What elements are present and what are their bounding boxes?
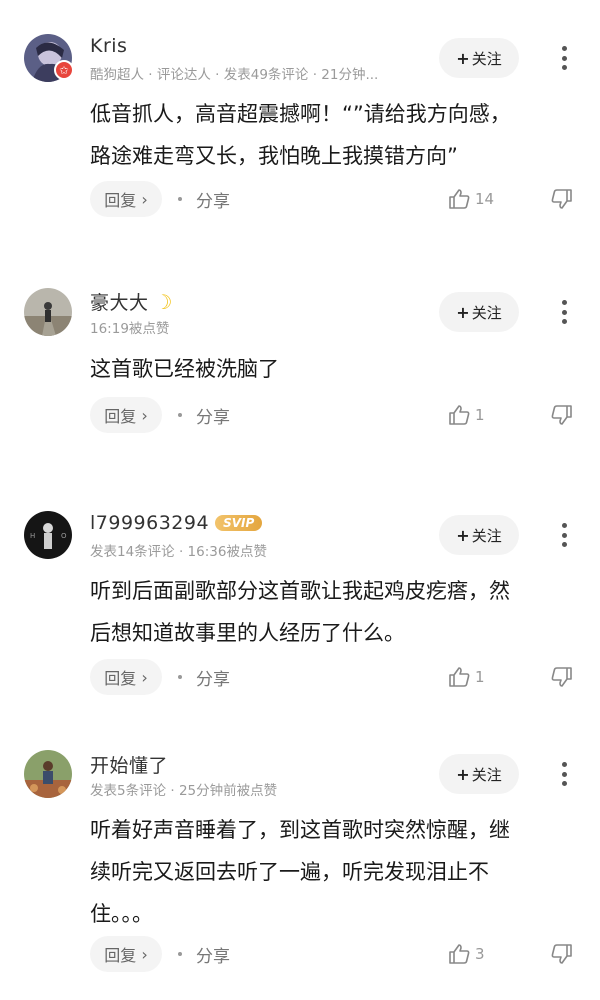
share-button[interactable]: 分享 [196,187,230,212]
follow-button[interactable]: + 关注 [439,515,519,555]
follow-label: 关注 [471,303,502,322]
comment-text-line: 听着好声音睡着了，到这首歌时突然惊醒，继 [90,818,510,842]
username-row: l799963294 SVIP [90,512,263,534]
comment-actions: 回复 › 分享 1 [90,397,582,433]
follow-button[interactable]: + 关注 [439,292,519,332]
dark-figure-avatar-icon[interactable]: H O [24,511,72,559]
comment-text-line: 听到后面副歌部分这首歌让我起鸡皮疙瘩，然 [90,579,510,603]
thumbs-up-icon [449,405,470,425]
more-options-icon[interactable] [556,43,572,73]
svip-badge: SVIP [215,515,263,531]
comment-meta: 16:19被点赞 [90,321,170,337]
username[interactable]: l799963294 [90,512,209,534]
thumbs-down-icon [551,405,572,425]
thumbs-down-icon [551,944,572,964]
comment-text: 低音抓人，高音超震撼啊！“”请给我方向感， 路途难走弯又长，我怕晚上我摸错方向” [90,93,582,177]
thumbs-down-icon [551,667,572,687]
reply-button[interactable]: 回复 › [90,659,162,695]
comment-meta: 发表5条评论 · 25分钟前被点赞 [90,783,278,799]
follow-button[interactable]: + 关注 [439,38,519,78]
separator-dot [178,197,182,201]
outdoor-person-avatar-icon[interactable] [24,750,72,798]
dislike-button[interactable] [550,183,574,215]
thumbs-up-icon [449,667,470,687]
chevron-right-icon: › [141,189,148,209]
like-button[interactable]: 1 [447,661,485,693]
dislike-button[interactable] [550,661,574,693]
plus-icon: + [456,764,470,784]
more-options-icon[interactable] [556,759,572,789]
comment-text-line: 这首歌已经被洗脑了 [90,357,279,381]
reply-label: 回复 [104,407,137,426]
comment-meta: 发表14条评论 · 16:36被点赞 [90,544,267,560]
thumbs-up-icon [449,944,470,964]
chevron-right-icon: › [141,667,148,687]
reply-button[interactable]: 回复 › [90,397,162,433]
share-button[interactable]: 分享 [196,403,230,428]
like-button[interactable]: 14 [447,183,494,215]
like-count: 3 [475,945,485,963]
like-count: 1 [475,668,485,686]
username[interactable]: 开始懂了 [90,751,168,778]
comment-actions: 回复 › 分享 3 [90,936,582,972]
separator-dot [178,952,182,956]
comment-text: 听到后面副歌部分这首歌让我起鸡皮疙瘩，然 后想知道故事里的人经历了什么。 [90,570,582,654]
comment-actions: 回复 › 分享 1 [90,659,582,695]
comment-text-line: 住。。。 [90,902,153,926]
reply-label: 回复 [104,669,137,688]
reply-button[interactable]: 回复 › [90,936,162,972]
comment-feed: ✩ Kris 酷狗超人 · 评论达人 · 发表49条评论 · 21分钟... +… [0,0,600,1000]
follow-button[interactable]: + 关注 [439,754,519,794]
separator-dot [178,675,182,679]
like-button[interactable]: 3 [447,938,485,970]
more-options-icon[interactable] [556,520,572,550]
username-row: 开始懂了 [90,751,168,778]
username[interactable]: 豪大大 [90,288,149,315]
follow-label: 关注 [471,765,502,784]
separator-dot [178,413,182,417]
dislike-button[interactable] [550,938,574,970]
follow-label: 关注 [471,526,502,545]
thumbs-up-icon [449,189,470,209]
chevron-right-icon: › [141,944,148,964]
thumbs-down-icon [551,189,572,209]
comment-text-line: 路途难走弯又长，我怕晚上我摸错方向” [90,144,458,168]
username-row: Kris [90,35,127,57]
reply-label: 回复 [104,946,137,965]
like-count: 14 [475,190,495,208]
comment-actions: 回复 › 分享 14 [90,181,582,217]
plus-icon: + [456,302,470,322]
username-row: 豪大大 ☽ [90,288,172,315]
like-button[interactable]: 1 [447,399,485,431]
comment-meta: 酷狗超人 · 评论达人 · 发表49条评论 · 21分钟... [90,67,379,83]
svg-text:H: H [30,532,35,540]
follow-label: 关注 [471,49,502,68]
comment-text-line: 后想知道故事里的人经历了什么。 [90,621,405,645]
chevron-right-icon: › [141,405,148,425]
plus-icon: + [456,525,470,545]
reply-label: 回复 [104,191,137,210]
more-options-icon[interactable] [556,297,572,327]
comment-text: 听着好声音睡着了，到这首歌时突然惊醒，继 续听完又返回去听了一遍，听完发现泪止不… [90,809,582,935]
moon-icon: ☽ [154,289,173,314]
dislike-button[interactable] [550,399,574,431]
comment-text: 这首歌已经被洗脑了 [90,348,582,390]
like-count: 1 [475,406,485,424]
comment-text-line: 续听完又返回去听了一遍，听完发现泪止不 [90,860,489,884]
plus-icon: + [456,48,470,68]
person-road-avatar-icon[interactable] [24,288,72,336]
reply-button[interactable]: 回复 › [90,181,162,217]
username[interactable]: Kris [90,35,127,57]
share-button[interactable]: 分享 [196,665,230,690]
svg-text:O: O [61,532,67,540]
comment-text-line: 低音抓人，高音超震撼啊！“”请给我方向感， [90,102,511,126]
share-button[interactable]: 分享 [196,942,230,967]
star-badge-icon: ✩ [54,60,74,80]
